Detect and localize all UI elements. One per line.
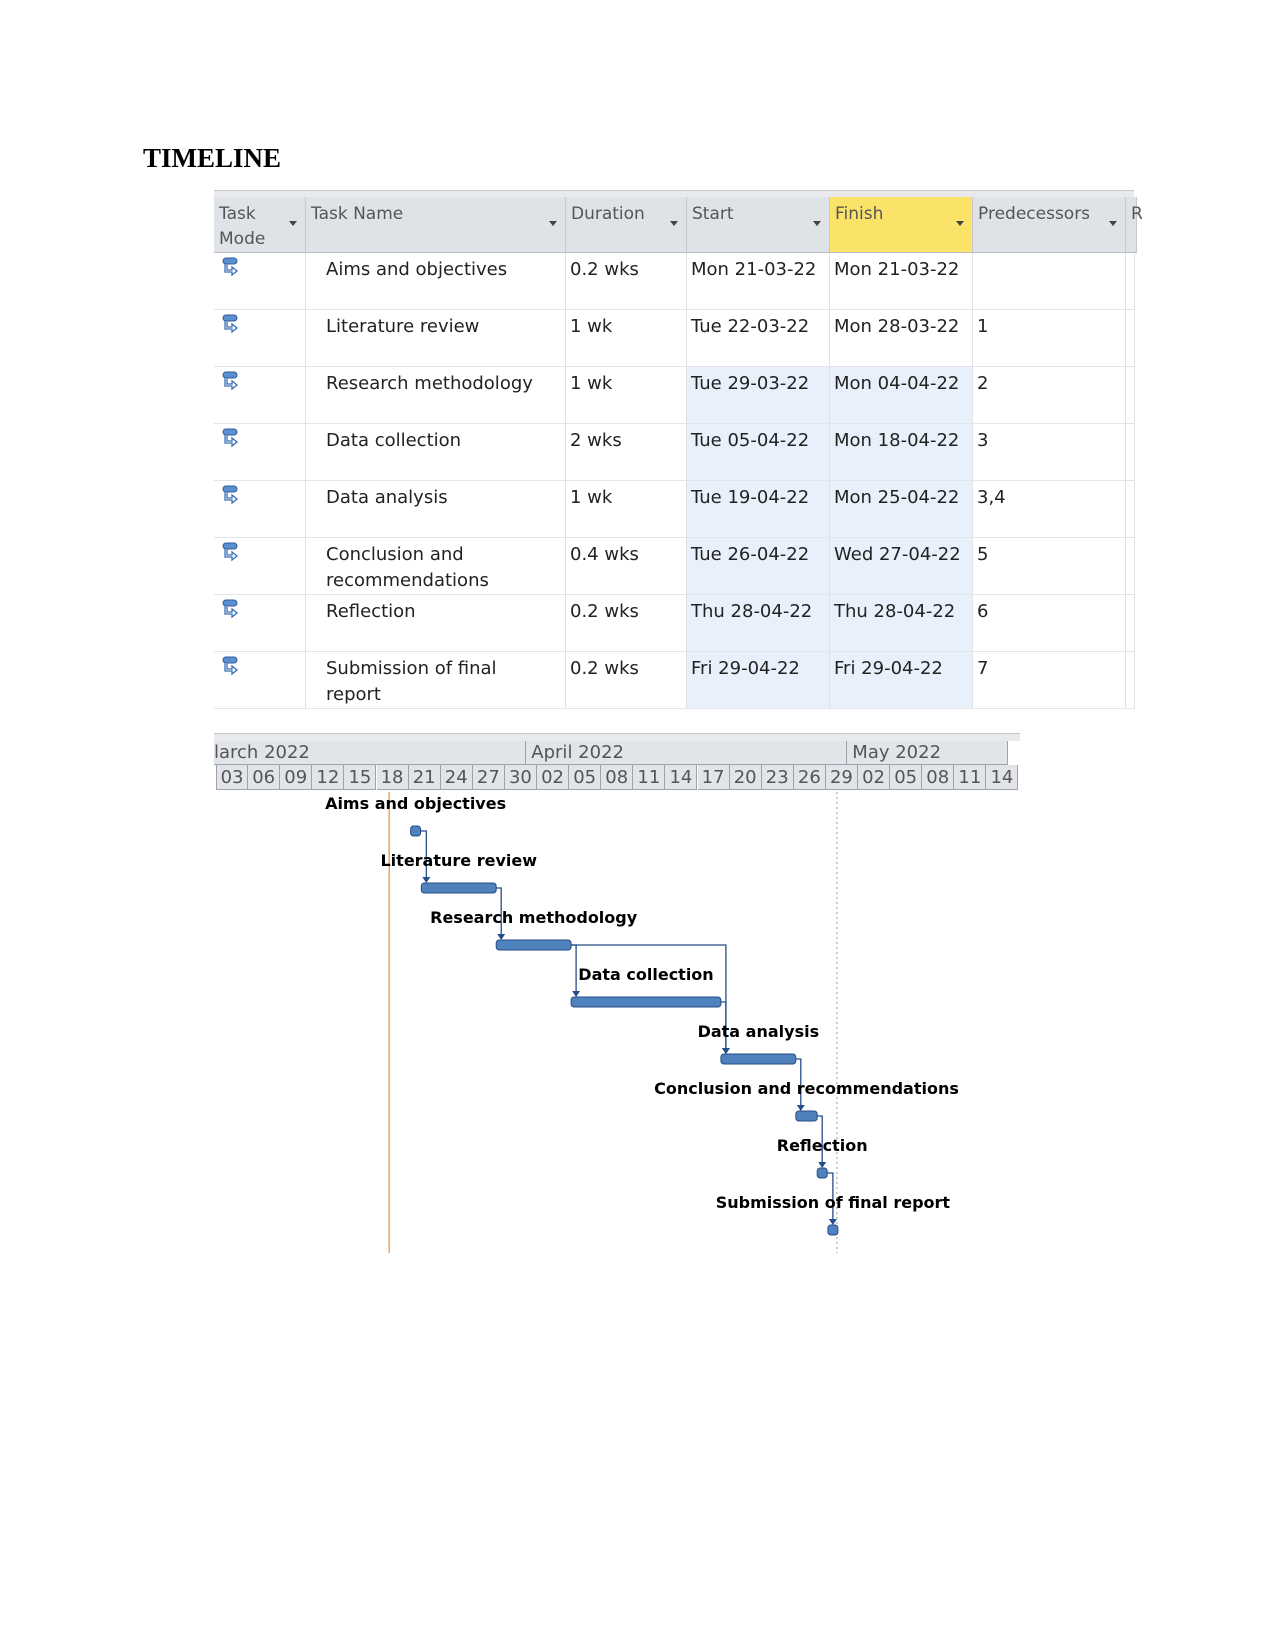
task-bar-label: Submission of final report (716, 1193, 951, 1212)
task-bar (420, 882, 497, 894)
task-bar-label: Research methodology (430, 908, 638, 927)
task-bar-label: Data collection (578, 965, 713, 984)
arrow-head-icon (572, 991, 581, 997)
document-page: TIMELINE Task Mode Task Name Duration Start… (0, 0, 1275, 1651)
task-bar-label: Data analysis (698, 1022, 820, 1041)
arrow-head-icon (497, 934, 506, 940)
task-bar (495, 939, 572, 951)
task-bar-label: Conclusion and recommendations (654, 1079, 959, 1098)
arrow-head-icon (828, 1219, 837, 1225)
arrow-head-icon (721, 1048, 730, 1054)
dependency-link (571, 944, 577, 992)
task-bar (410, 825, 422, 837)
arrow-head-icon (796, 1105, 805, 1111)
task-bar-label: Aims and objectives (325, 794, 506, 813)
task-bar (720, 1053, 797, 1065)
task-bar (795, 1110, 818, 1122)
arrow-head-icon (818, 1162, 827, 1168)
task-bar-label: Reflection (777, 1136, 868, 1155)
task-bar (827, 1224, 839, 1236)
task-bar (570, 996, 722, 1008)
task-bar-label: Literature review (380, 851, 537, 870)
arrow-head-icon (422, 877, 431, 883)
task-bar (816, 1167, 828, 1179)
gantt-chart: Aims and objectives Literature review Rese… (325, 792, 959, 1253)
